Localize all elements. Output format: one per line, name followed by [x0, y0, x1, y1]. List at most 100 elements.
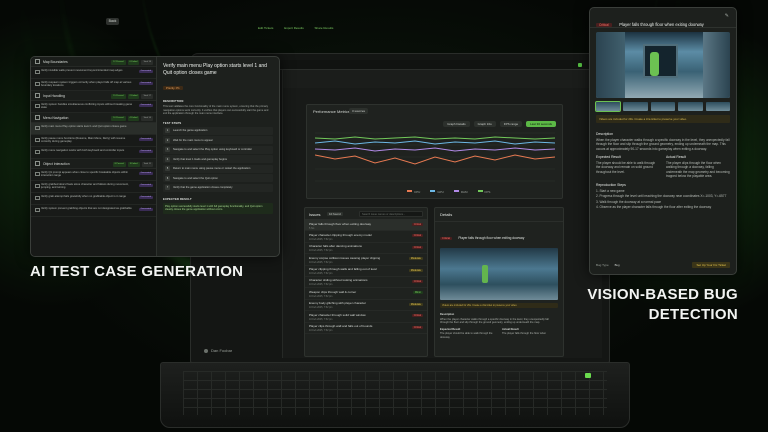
fix-ticket-button[interactable]: Set Up Your Fix Ticket: [692, 261, 730, 268]
test-group-header[interactable]: Menu Navigation 10 Passed 4 Failed Total 14: [31, 113, 156, 123]
issue-time: 10 Feb 2025, 7:52 pm: [309, 329, 333, 333]
share-results-link[interactable]: Share Results: [315, 26, 334, 30]
test-case-text: Verify grab attempt fails gracefully whe…: [41, 194, 127, 198]
test-case-item[interactable]: Verify pause menu functions (Resume, Mai…: [31, 135, 156, 147]
severity-badge: Critical: [596, 23, 612, 27]
group-tag: 12 Passed: [111, 59, 126, 65]
issue-row[interactable]: Player clips through wall and falls out …: [305, 323, 427, 334]
edit-icon[interactable]: ✎: [725, 13, 729, 19]
step-item: 1. Start a new game: [596, 188, 625, 193]
thumbnail[interactable]: [678, 102, 703, 111]
bug-type-value[interactable]: Bug: [615, 263, 620, 267]
test-case-text: Verify invisible walls prevent movement …: [41, 68, 123, 72]
step-item: 3. Walk through the doorway at a normal …: [596, 199, 662, 204]
actual-label: Actual Result: [666, 155, 686, 160]
step-number: 1: [165, 128, 170, 133]
severity-badge: Critical: [411, 245, 423, 249]
issue-title: Weapon clips through wall & corner: [309, 289, 357, 294]
thumbnail[interactable]: [650, 102, 676, 111]
issue-row[interactable]: Character falls after dancing animations…: [305, 243, 427, 255]
test-case-item[interactable]: Verify grabbed doors floats stone charac…: [31, 181, 156, 193]
test-steps: 1 Launch the game application 2 Wait for th…: [163, 126, 273, 192]
export-results-link[interactable]: Export Results: [284, 26, 304, 30]
performance-title: Performance Metrics: [313, 109, 350, 114]
group-tag: 10 Passed: [111, 115, 126, 121]
fps-range-chip[interactable]: FPS range: [499, 121, 523, 127]
step-text: Launch the game application: [173, 129, 208, 132]
expected-label: Expected Result: [440, 327, 461, 331]
test-case-item[interactable]: Verify invisible walls prevent movement …: [31, 67, 156, 79]
issue-time: 10 Feb 2025, 7:52 pm: [309, 317, 333, 321]
reproduction-steps: 1. Start a new game 2. Progress through …: [596, 189, 730, 210]
test-case-item[interactable]: Verify main menu Play option starts leve…: [31, 123, 156, 135]
issue-row[interactable]: Weapon clips through wall & corner 10 Feb…: [305, 288, 427, 300]
group-tag: Total 17: [141, 93, 153, 99]
issue-title: Enemy corpse collision issues causing pl…: [309, 255, 381, 260]
test-case-item[interactable]: Verify menu navigation works with both k…: [31, 147, 156, 159]
severity-badge: Moderate: [408, 257, 423, 261]
thumbnail[interactable]: [594, 101, 622, 112]
issues-panel: Issues 10 found Search issue names or de…: [304, 207, 428, 357]
group-title: Object Interaction: [43, 162, 70, 166]
issue-row[interactable]: Player falls through floor when exiting …: [305, 220, 427, 232]
step-text: Wait for the main menu to appear: [173, 138, 213, 142]
graph-info-chip[interactable]: Graph Info: [473, 121, 496, 127]
issue-time: 10 Feb 2025, 7:52 pm: [309, 306, 333, 310]
test-case-item[interactable]: Verify system handles simultaneous confl…: [31, 101, 156, 113]
legend-gpu: GPU: [437, 190, 444, 194]
test-case-item[interactable]: Verify grab attempt fails gracefully whe…: [31, 193, 156, 205]
issues-search-input[interactable]: Search issue names or descriptions...: [359, 211, 423, 217]
generated-tag: Generated: [138, 196, 153, 199]
issue-title: Character sliding without looking animat…: [309, 278, 368, 283]
test-step: 5 Return to main menu using pause menu or…: [163, 164, 273, 173]
back-button[interactable]: Back: [106, 18, 119, 25]
severity-badge: Critical: [411, 234, 423, 238]
test-group-header[interactable]: Object Interaction 8 Passed 3 Failed Total …: [31, 159, 156, 169]
graph-details-chip[interactable]: Graph Details: [443, 121, 470, 127]
test-step: 1 Launch the game application: [163, 126, 273, 135]
thumbnail[interactable]: [623, 102, 648, 111]
issue-row[interactable]: Player character through solid wall wind…: [305, 311, 427, 323]
user-footer[interactable]: Dan Foobar: [204, 348, 232, 353]
test-group-header[interactable]: Map Boundaries 12 Passed 6 Failed Total 18: [31, 57, 156, 67]
bug-video-thumbnail[interactable]: [440, 248, 558, 300]
issue-row[interactable]: Character sliding without looking animat…: [305, 277, 427, 289]
test-case-item[interactable]: Verify respawn system triggers correctly…: [31, 79, 156, 91]
test-step: 6 Navigate to and select the Quit option: [163, 174, 273, 182]
test-step: 2 Wait for the main menu to appear: [163, 136, 273, 144]
generated-tag: Generated: [138, 70, 153, 73]
ram-line: [315, 147, 555, 152]
test-case-item[interactable]: Verify system prevent grabbing objects t…: [31, 205, 156, 217]
generated-tag: Generated: [138, 184, 153, 187]
video-warning: Videos are included for 29s. Create a Ji…: [596, 115, 730, 123]
group-tag: 15 Passed: [111, 93, 126, 99]
last-30-seconds-chip[interactable]: Last 30 seconds: [526, 121, 556, 127]
test-steps-label: TEST STEPS: [163, 121, 182, 125]
detail-issue-title: Player falls through floor when exiting …: [458, 236, 525, 240]
test-case-text: Verify Q1 prompt appears when close to s…: [41, 170, 128, 178]
generated-tag: Generated: [138, 138, 153, 141]
step-text: Navigate to and select the Play option u…: [173, 148, 253, 151]
test-step: 3 Navigate to and select the Play option …: [163, 145, 273, 154]
test-group-header[interactable]: Input Handling 15 Passed 2 Failed Total 17: [31, 91, 156, 101]
issue-row[interactable]: Enemy corpse collision issues causing pl…: [305, 254, 427, 266]
issue-time: 10 Feb 2025, 7:52 pm: [309, 260, 333, 264]
test-case-text: Verify grabbed doors floats stone charac…: [41, 182, 129, 190]
issue-row[interactable]: Player clipping through walls and fallin…: [305, 266, 427, 277]
issue-title: Player character clipping through enemy …: [309, 232, 372, 237]
group-title: Map Boundaries: [43, 60, 68, 64]
edit-tickets-link[interactable]: Edit Tickets: [258, 26, 273, 30]
issue-time: 10 Feb 2025, 7:52 pm: [309, 272, 333, 276]
bug-video-player[interactable]: [596, 32, 730, 98]
issue-row[interactable]: Player character clipping through enemy …: [305, 231, 427, 243]
caption-line-2: DETECTION: [648, 305, 738, 323]
test-case-item[interactable]: Verify Q1 prompt appears when close to s…: [31, 169, 156, 181]
issue-title: Player clipping through walls and fallin…: [309, 267, 377, 272]
chart-legend: CPU GPU RAM FPS: [407, 190, 490, 194]
thumbnail[interactable]: [705, 102, 731, 111]
performance-filters: Graph Details Graph Info FPS range Last …: [443, 121, 556, 127]
issue-row[interactable]: Enemy body glitching with player charact…: [305, 300, 427, 312]
severity-badge: Critical: [411, 314, 423, 318]
group-tag: 4 Failed: [127, 115, 140, 121]
step-text: Verify that the game application closes …: [173, 186, 233, 189]
